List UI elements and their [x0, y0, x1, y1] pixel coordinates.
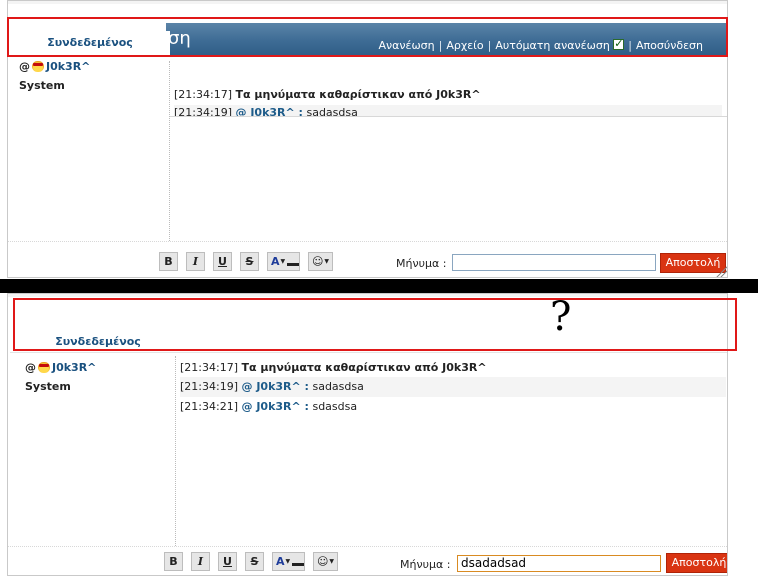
chat-message: [21:34:21] @ J0k3R^ : sdasdsa	[180, 397, 726, 417]
smiley-icon	[38, 362, 50, 373]
user-list-item[interactable]: System	[25, 377, 96, 396]
user-name: System	[19, 79, 65, 92]
italic-button[interactable]: I	[186, 252, 205, 271]
underline-button[interactable]: U	[213, 252, 232, 271]
format-toolbar: B I U S A ▼ ☺ ▼	[159, 252, 333, 271]
question-mark-annotation: ?	[550, 294, 572, 340]
bold-button[interactable]: B	[164, 552, 183, 571]
screenshot-divider	[0, 279, 758, 293]
message-nick[interactable]: @ J0k3R^ :	[242, 400, 309, 413]
user-list-item[interactable]: @ J0k3R^	[25, 358, 96, 377]
message-time: [21:34:19]	[180, 380, 238, 393]
header-line	[10, 352, 727, 353]
message-text: Τα μηνύματα καθαρίστικαν από J0k3R^	[235, 88, 481, 101]
op-prefix: @	[25, 361, 36, 374]
message-label: Μήνυμα :	[396, 257, 447, 270]
message-text: Τα μηνύματα καθαρίστικαν από J0k3R^	[241, 361, 487, 374]
user-list-item[interactable]: System	[19, 76, 90, 95]
message-text: sdasdsa	[312, 400, 358, 413]
emoticon-button[interactable]: ☺ ▼	[308, 252, 333, 271]
bold-button[interactable]: B	[159, 252, 178, 271]
message-text: sadasdsa	[312, 380, 364, 393]
top-strip	[8, 294, 727, 297]
message-time: [21:34:21]	[180, 400, 238, 413]
top-strip	[8, 1, 727, 4]
input-separator	[8, 241, 727, 242]
format-toolbar: B I U S A ▼ ☺ ▼	[164, 552, 338, 571]
chat-message: [21:34:17] Τα μηνύματα καθαρίστικαν από …	[180, 358, 726, 378]
message-input[interactable]	[452, 254, 656, 271]
message-input[interactable]: dsadadsad	[457, 555, 661, 572]
emoticon-button[interactable]: ☺ ▼	[313, 552, 338, 571]
strike-button[interactable]: S	[240, 252, 259, 271]
user-name: J0k3R^	[52, 361, 97, 374]
user-name: J0k3R^	[46, 60, 91, 73]
text-color-button[interactable]: A ▼	[272, 552, 305, 571]
user-list-item[interactable]: @ J0k3R^	[19, 57, 90, 76]
column-divider	[175, 356, 176, 546]
user-list: @ J0k3R^ System	[19, 57, 90, 95]
strike-button[interactable]: S	[245, 552, 264, 571]
message-nick[interactable]: @ J0k3R^ :	[242, 380, 309, 393]
chat-message: [21:34:17] Τα μηνύματα καθαρίστικαν από …	[174, 85, 722, 105]
resize-grip[interactable]	[715, 265, 727, 277]
underline-button[interactable]: U	[218, 552, 237, 571]
smiley-icon: ☺	[316, 555, 329, 568]
highlight-box-top	[7, 17, 728, 57]
text-color-button[interactable]: A ▼	[267, 252, 300, 271]
chat-message: [21:34:19] @ J0k3R^ : sadasdsa	[180, 377, 726, 397]
smiley-icon	[32, 61, 44, 72]
highlight-box-bottom	[13, 298, 737, 351]
color-letter: A	[271, 255, 280, 268]
message-label: Μήνυμα :	[400, 558, 451, 571]
message-time: [21:34:17]	[180, 361, 238, 374]
italic-button[interactable]: I	[191, 552, 210, 571]
color-letter: A	[276, 555, 285, 568]
column-divider	[169, 61, 170, 241]
input-separator	[8, 546, 727, 547]
scroll-edge	[170, 116, 727, 117]
op-prefix: @	[19, 60, 30, 73]
user-list: @ J0k3R^ System	[25, 358, 96, 396]
user-name: System	[25, 380, 71, 393]
send-button[interactable]: Αποστολή	[666, 553, 727, 573]
message-time: [21:34:17]	[174, 88, 232, 101]
smiley-icon: ☺	[311, 255, 324, 268]
